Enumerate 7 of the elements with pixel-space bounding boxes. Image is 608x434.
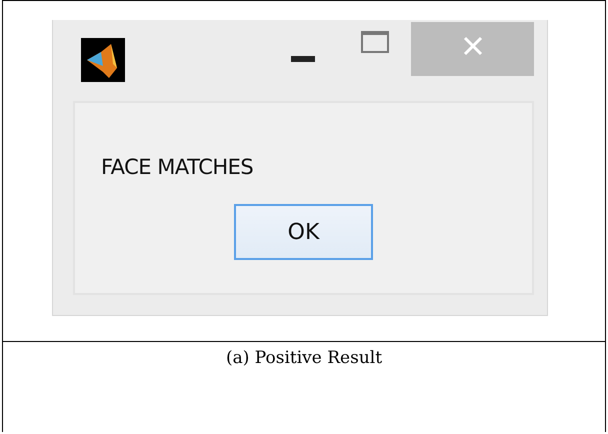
minimize-icon	[291, 56, 315, 62]
app-logo-icon	[81, 38, 125, 82]
dialog-message: FACE MATCHES	[101, 155, 254, 179]
ok-button[interactable]: OK	[234, 204, 373, 260]
close-icon	[462, 36, 482, 56]
maximize-icon	[361, 31, 389, 53]
figure-caption: (a) Positive Result	[226, 348, 382, 370]
